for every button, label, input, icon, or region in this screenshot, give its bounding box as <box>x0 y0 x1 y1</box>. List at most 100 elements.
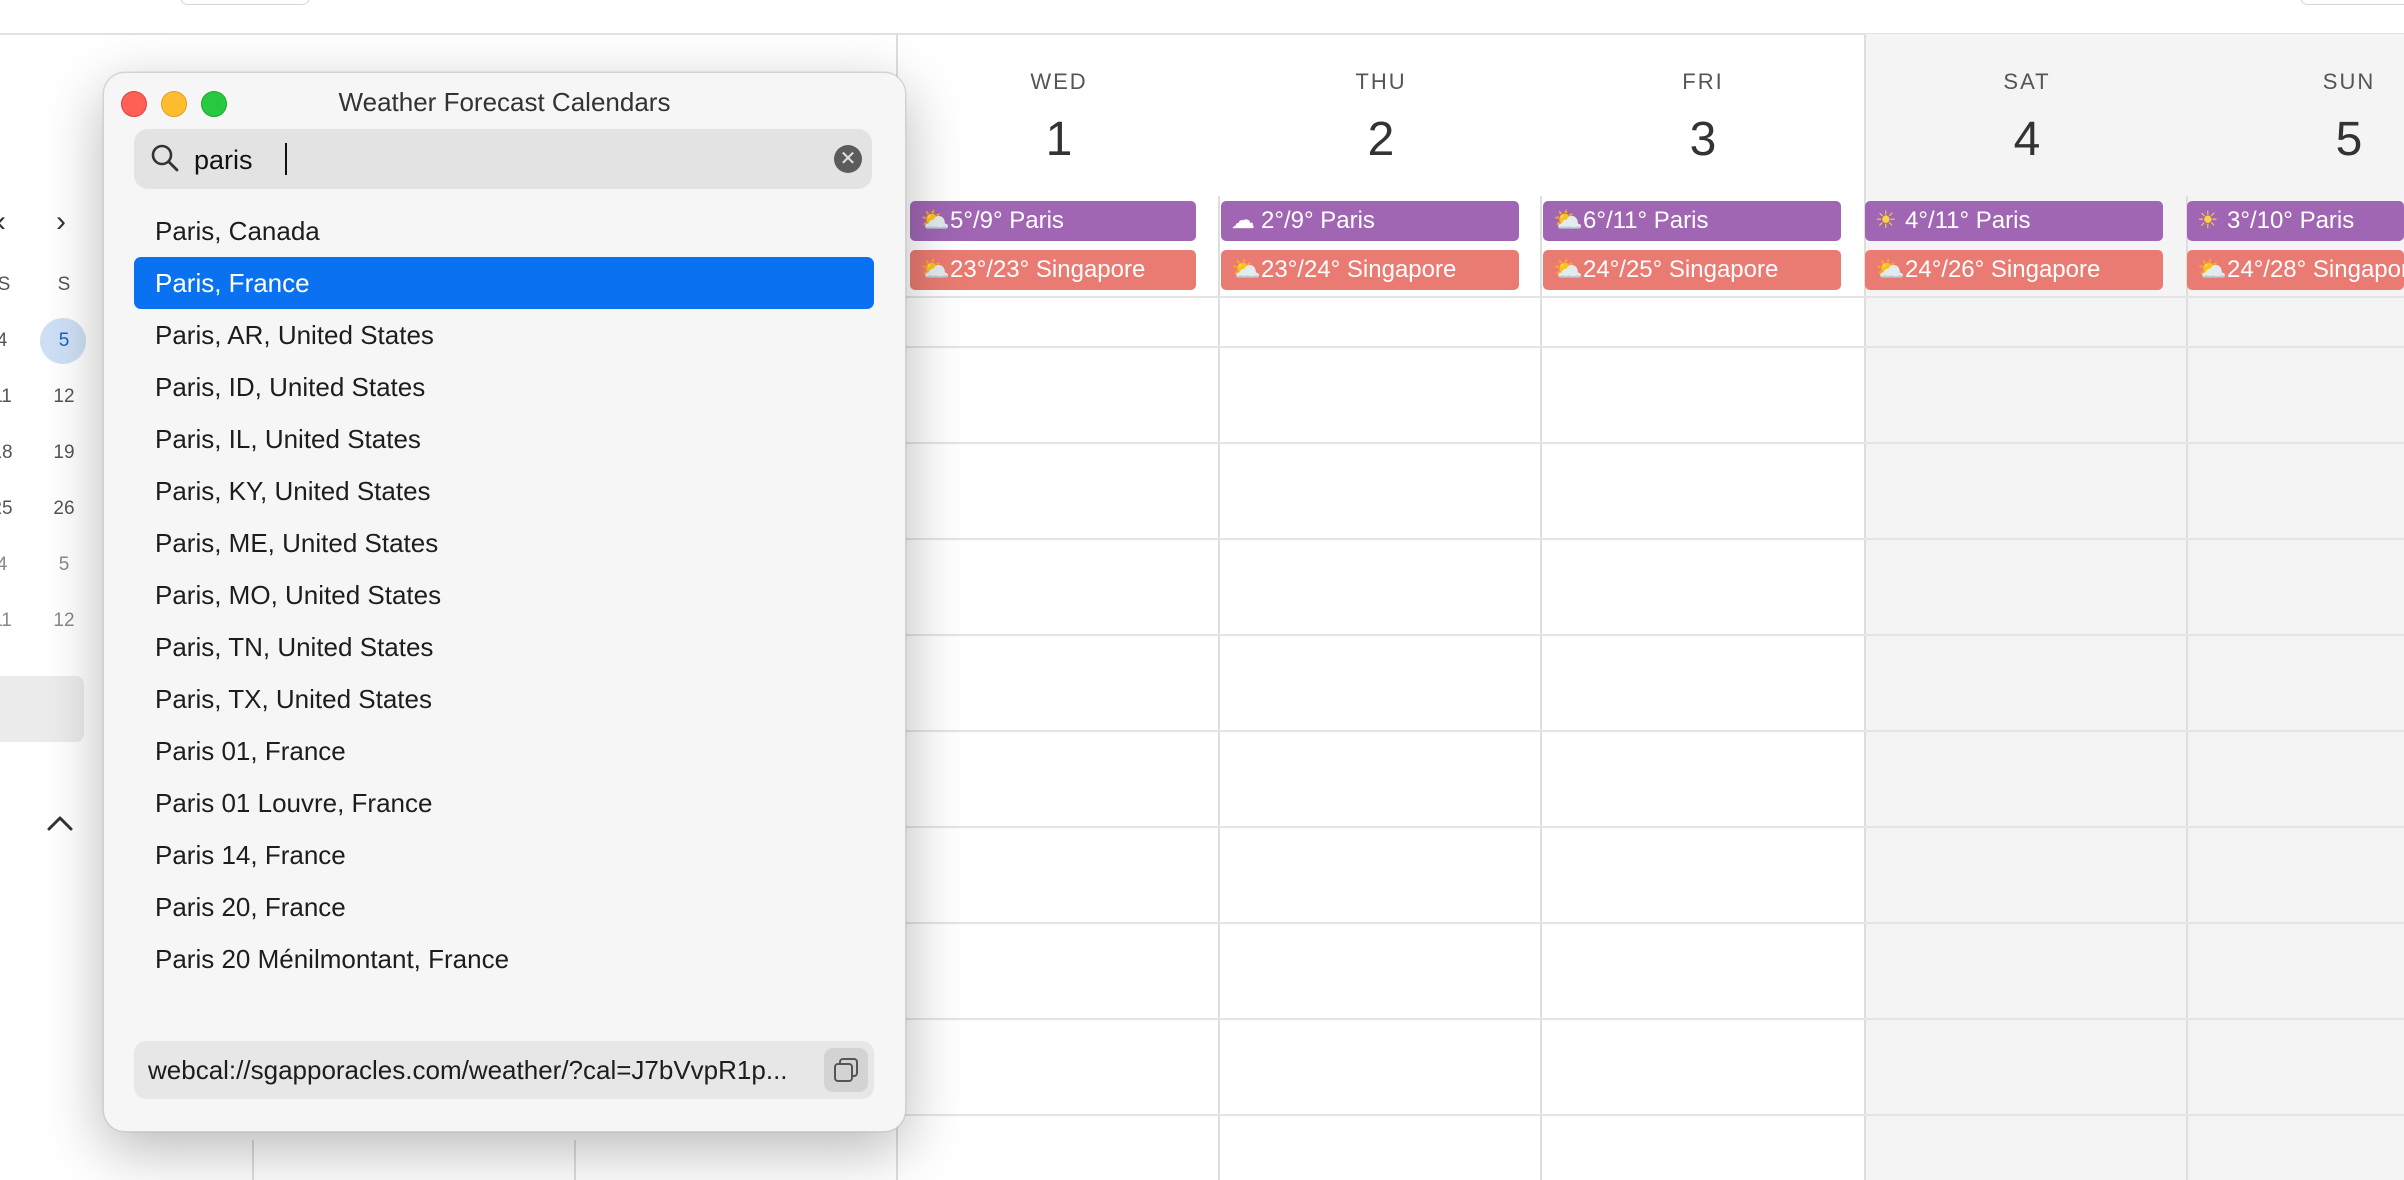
result-item[interactable]: Paris 01 Louvre, France <box>134 777 874 829</box>
event-label: 24°/26° Singapore <box>1905 256 2101 283</box>
day-number: 4 <box>2013 113 2041 166</box>
result-item[interactable]: Paris, AR, United States <box>134 309 874 361</box>
copy-url-button[interactable] <box>824 1048 868 1092</box>
window-title: Weather Forecast Calendars <box>338 87 671 117</box>
mini-calendar: ‹ › S S 4 11 18 25 4 11 5 12 19 26 5 12 <box>0 0 100 1180</box>
result-item[interactable]: Paris, IL, United States <box>134 413 874 465</box>
toolbar-button-right[interactable] <box>2300 0 2404 5</box>
toolbar-button-left[interactable] <box>180 0 310 5</box>
event-label: 3°/10° Paris <box>2227 207 2355 234</box>
day-header-sat[interactable]: SAT 4 <box>1866 34 2188 184</box>
result-item[interactable]: Paris, Canada <box>134 205 874 257</box>
weather-forecast-popup: Weather Forecast Calendars ✕ Paris, Cana… <box>103 72 906 1132</box>
event-label: 24°/25° Singapore <box>1583 256 1779 283</box>
mini-day[interactable]: 4 <box>0 330 22 352</box>
mini-weekday: S <box>0 274 11 295</box>
mini-day[interactable]: 11 <box>0 386 22 408</box>
event-singapore-thu[interactable]: ⛅23°/24° Singapore <box>1221 250 1519 290</box>
result-item[interactable]: Paris, TN, United States <box>134 621 874 673</box>
sun-cloud-icon: ⛅ <box>1875 256 1905 283</box>
location-results-list[interactable]: Paris, Canada Paris, France Paris, AR, Uni… <box>134 205 874 999</box>
result-item[interactable]: Paris, ID, United States <box>134 361 874 413</box>
day-number: 5 <box>2335 113 2363 166</box>
calendar-toolbar <box>0 0 2404 35</box>
result-item[interactable]: Paris, KY, United States <box>134 465 874 517</box>
event-paris-sun[interactable]: ☀ 3°/10° Paris <box>2187 201 2404 241</box>
day-header-sun[interactable]: SUN 5 <box>2188 34 2404 184</box>
event-singapore-sun[interactable]: ⛅24°/28° Singapore <box>2187 250 2404 290</box>
search-icon <box>151 144 179 172</box>
cloud-icon: ☁ <box>1231 207 1255 234</box>
sun-icon: ☀ <box>1875 207 1897 234</box>
copy-icon <box>834 1058 858 1082</box>
mini-day[interactable]: 12 <box>44 610 84 632</box>
event-label: 23°/24° Singapore <box>1261 256 1457 283</box>
event-label: 4°/11° Paris <box>1905 207 2031 234</box>
sun-cloud-icon: ⛅ <box>1553 207 1583 234</box>
event-label: 5°/9° Paris <box>950 207 1064 234</box>
mini-weekday: S <box>57 274 71 295</box>
grid-line <box>1540 196 1542 1180</box>
event-singapore-fri[interactable]: ⛅24°/25° Singapore <box>1543 250 1841 290</box>
sun-cloud-icon: ⛅ <box>1231 256 1261 283</box>
grid-line <box>2186 196 2188 1180</box>
result-item[interactable]: Paris, MO, United States <box>134 569 874 621</box>
day-number: 2 <box>1367 113 1395 166</box>
sun-icon: ☀ <box>2197 207 2219 234</box>
mini-day[interactable]: 19 <box>44 442 84 464</box>
result-item[interactable]: Paris 20, France <box>134 881 874 933</box>
event-paris-thu[interactable]: ☁ 2°/9° Paris <box>1221 201 1519 241</box>
calendar-url-field[interactable]: webcal://sgapporacles.com/weather/?cal=J… <box>134 1041 874 1099</box>
sun-cloud-icon: ⛅ <box>2197 256 2227 283</box>
result-item[interactable]: Paris 20 Ménilmontant, France <box>134 933 874 985</box>
mini-day[interactable]: 11 <box>0 610 22 632</box>
sun-cloud-icon: ⛅ <box>920 207 950 234</box>
calendar-url[interactable]: webcal://sgapporacles.com/weather/?cal=J… <box>148 1041 808 1099</box>
event-paris-sat[interactable]: ☀ 4°/11° Paris <box>1865 201 2163 241</box>
result-item[interactable]: Paris, TX, United States <box>134 673 874 725</box>
chevron-right-icon[interactable]: › <box>56 205 66 239</box>
event-label: 2°/9° Paris <box>1261 207 1375 234</box>
text-caret <box>285 143 287 175</box>
search-input[interactable] <box>192 129 796 191</box>
day-of-week: SUN <box>2322 69 2376 94</box>
chevron-up-icon[interactable] <box>46 806 74 840</box>
event-paris-wed[interactable]: ⛅5°/9° Paris <box>910 201 1196 241</box>
day-header-wed[interactable]: WED 1 <box>898 34 1220 184</box>
search-field[interactable]: ✕ <box>134 129 872 191</box>
sidebar-selected-row[interactable] <box>0 676 84 742</box>
result-item[interactable]: Parish of Charlotte, St. Vincent & Grena… <box>134 985 874 999</box>
mini-day[interactable]: 4 <box>0 554 22 576</box>
day-header-fri[interactable]: FRI 3 <box>1542 34 1864 184</box>
result-item[interactable]: Paris 14, France <box>134 829 874 881</box>
event-label: 23°/23° Singapore <box>950 256 1146 283</box>
chevron-left-icon[interactable]: ‹ <box>0 205 6 239</box>
result-item-selected[interactable]: Paris, France <box>134 257 874 309</box>
sun-cloud-icon: ⛅ <box>1553 256 1583 283</box>
grid-line <box>574 1140 576 1180</box>
day-number: 1 <box>1045 113 1073 166</box>
day-of-week: SAT <box>2003 69 2051 94</box>
day-number: 3 <box>1689 113 1717 166</box>
day-header-thu[interactable]: THU 2 <box>1220 34 1542 184</box>
mini-day[interactable]: 18 <box>0 442 22 464</box>
grid-line <box>252 1140 254 1180</box>
mini-day[interactable]: 25 <box>0 498 22 520</box>
mini-day[interactable]: 5 <box>44 554 84 576</box>
event-singapore-wed[interactable]: ⛅23°/23° Singapore <box>910 250 1196 290</box>
sun-cloud-icon: ⛅ <box>920 256 950 283</box>
day-of-week: THU <box>1355 69 1407 94</box>
event-label: 6°/11° Paris <box>1583 207 1709 234</box>
clear-search-icon[interactable]: ✕ <box>834 145 862 173</box>
day-of-week: WED <box>1030 69 1088 94</box>
result-item[interactable]: Paris 01, France <box>134 725 874 777</box>
mini-day[interactable]: 26 <box>44 498 84 520</box>
result-item[interactable]: Paris, ME, United States <box>134 517 874 569</box>
mini-day-today[interactable]: 5 <box>44 330 84 352</box>
mini-day[interactable]: 12 <box>44 386 84 408</box>
event-singapore-sat[interactable]: ⛅24°/26° Singapore <box>1865 250 2163 290</box>
event-label: 24°/28° Singapore <box>2227 256 2404 283</box>
event-paris-fri[interactable]: ⛅6°/11° Paris <box>1543 201 1841 241</box>
grid-line <box>1218 196 1220 1180</box>
day-of-week: FRI <box>1682 69 1724 94</box>
